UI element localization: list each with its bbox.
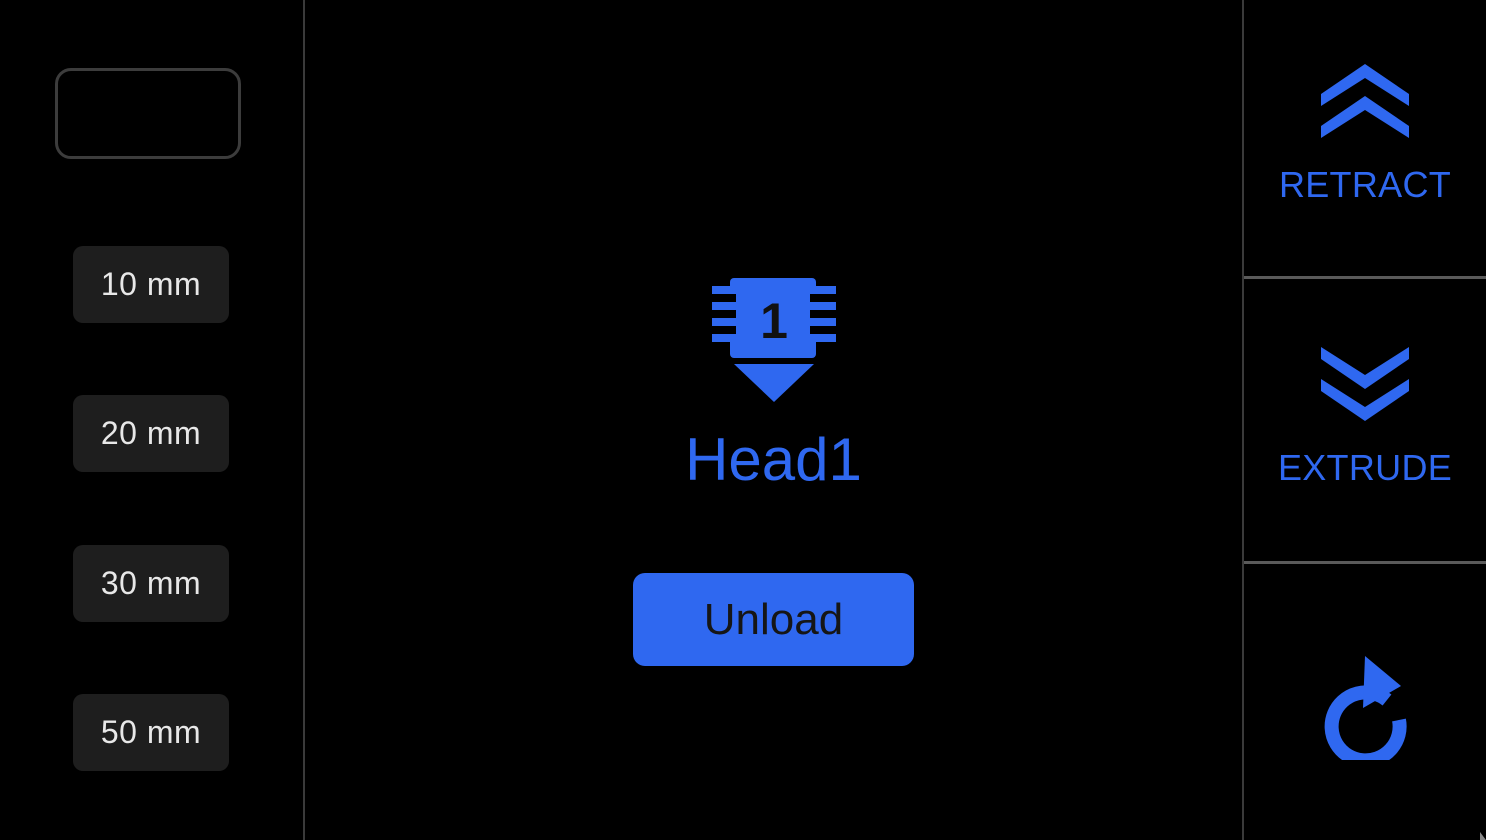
step-50mm-button[interactable]: 50 mm <box>73 694 229 771</box>
nozzle-icon: 1 <box>712 278 836 402</box>
filament-control-screen: 10 mm 20 mm 30 mm 50 mm 1 Head1 Unload R… <box>0 0 1486 840</box>
refresh-button[interactable] <box>1244 564 1486 840</box>
head-panel: 1 Head1 Unload <box>305 0 1242 840</box>
double-chevron-up-icon <box>1321 64 1409 138</box>
extrude-button[interactable]: EXTRUDE <box>1244 279 1486 564</box>
step-30mm-button[interactable]: 30 mm <box>73 545 229 622</box>
extruder-actions-panel: RETRACT EXTRUDE <box>1242 0 1486 840</box>
retract-label: RETRACT <box>1278 164 1452 205</box>
corner-cursor-mark <box>1480 832 1486 840</box>
unload-button[interactable]: Unload <box>633 573 914 666</box>
double-chevron-down-icon <box>1321 347 1409 421</box>
head-number: 1 <box>760 293 788 349</box>
step-10mm-button[interactable]: 10 mm <box>73 246 229 323</box>
retract-button[interactable]: RETRACT <box>1244 0 1486 279</box>
step-20mm-button[interactable]: 20 mm <box>73 395 229 472</box>
extrude-label: EXTRUDE <box>1277 447 1453 488</box>
step-value-display[interactable] <box>55 68 241 159</box>
head-label: Head1 <box>685 426 862 493</box>
step-size-panel: 10 mm 20 mm 30 mm 50 mm <box>0 0 305 840</box>
refresh-icon <box>1324 656 1407 760</box>
